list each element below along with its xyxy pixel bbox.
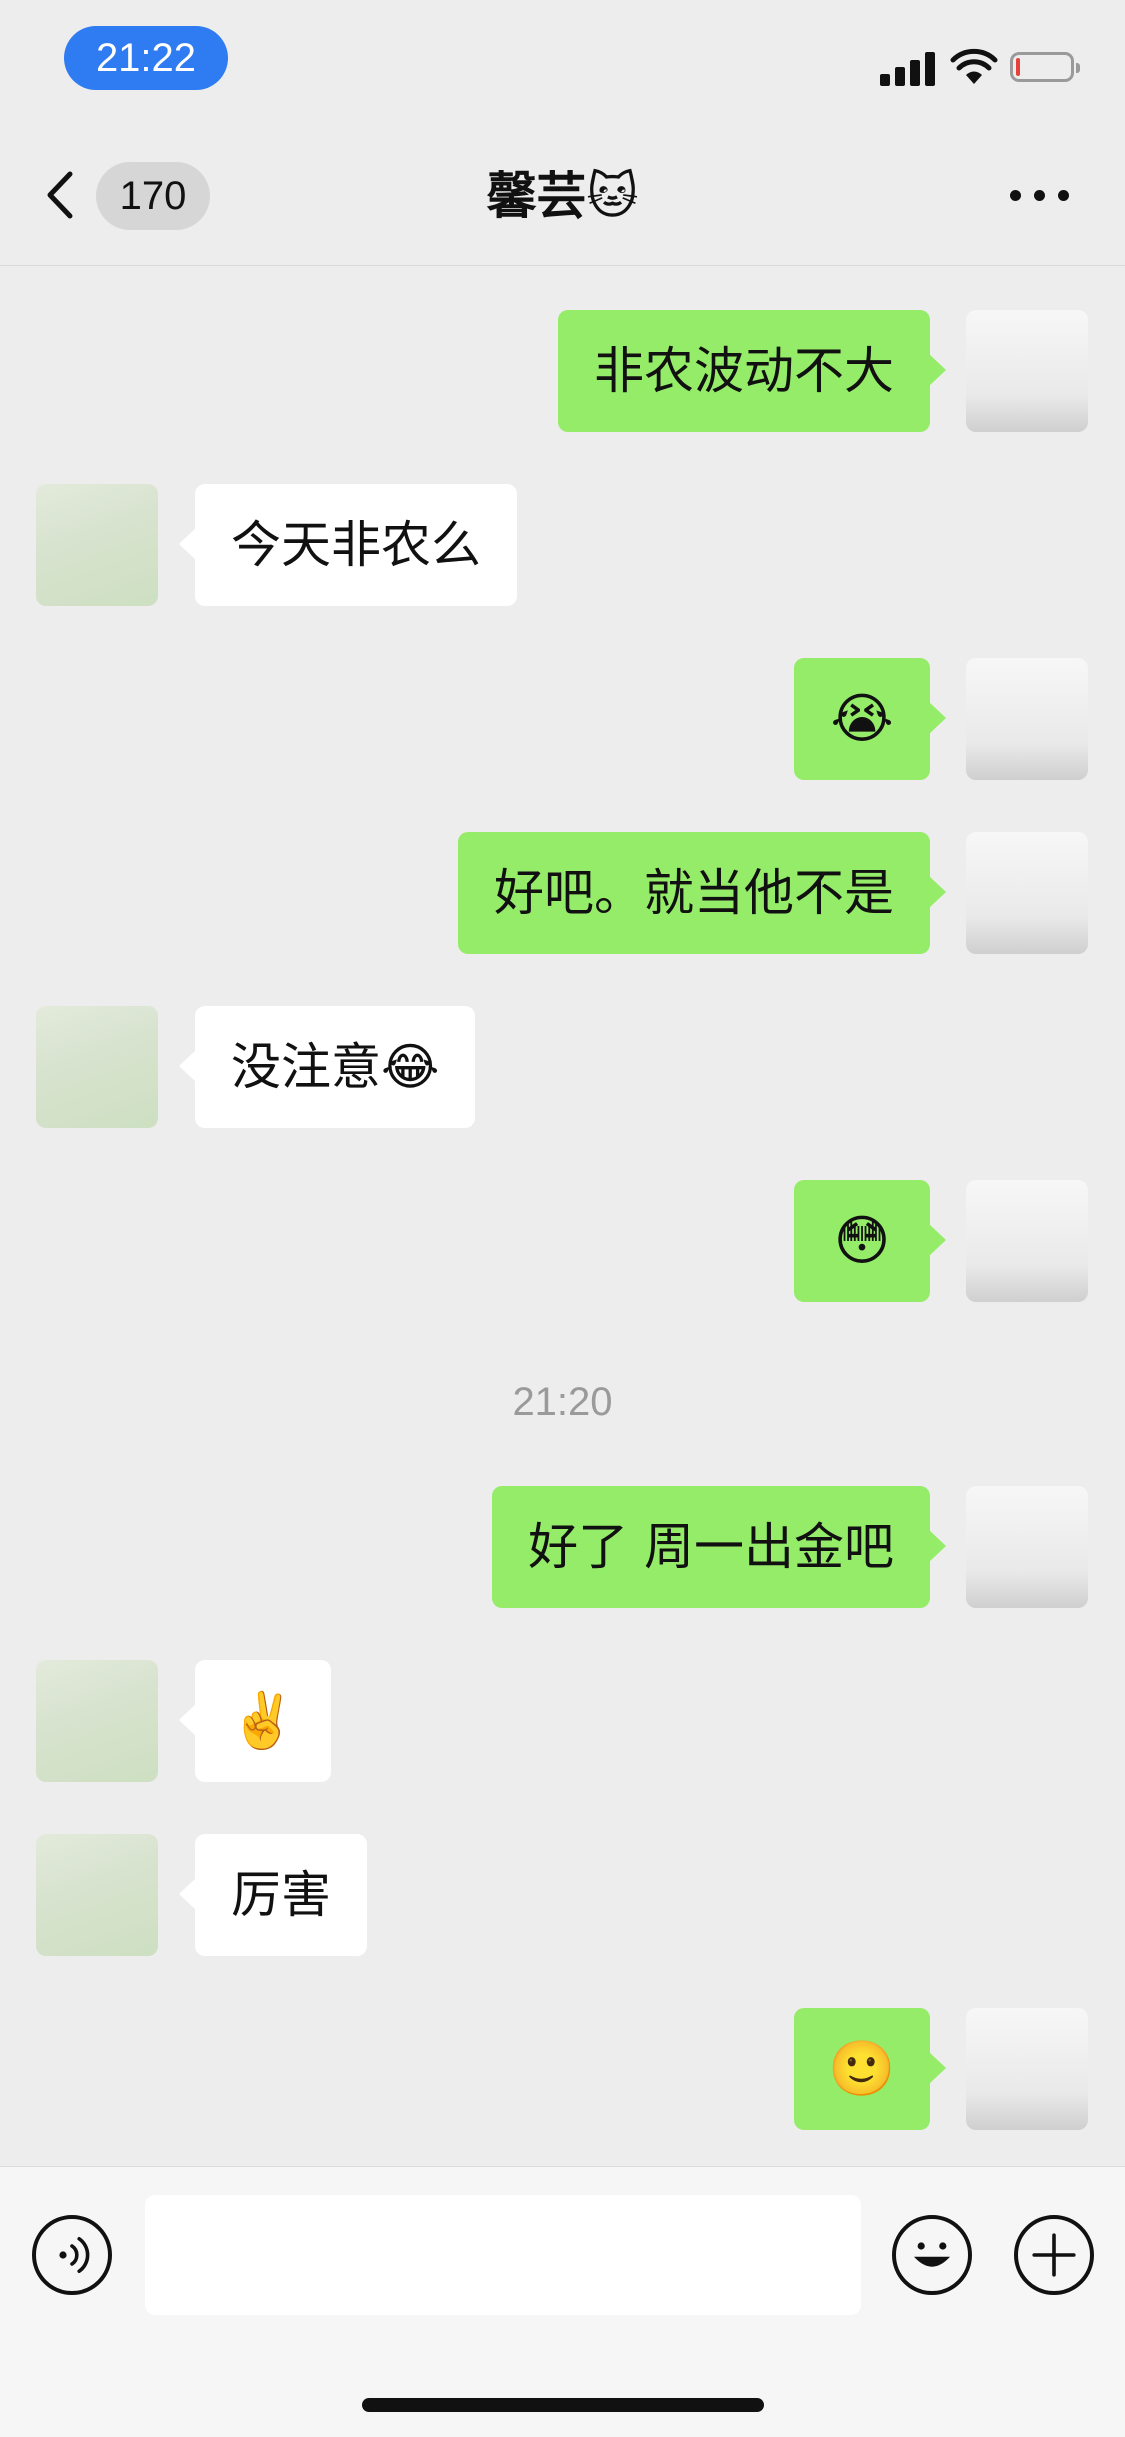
status-bar: 21:22 — [0, 0, 1125, 120]
message-bubble[interactable]: 非农波动不大 — [558, 310, 946, 432]
avatar-peer[interactable] — [36, 1834, 158, 1956]
message-bubble-emoji[interactable]: 😳 — [794, 1180, 946, 1302]
message-bubble[interactable]: 好了 周一出金吧 — [492, 1486, 946, 1608]
message-bubble[interactable]: 厉害 — [179, 1834, 367, 1956]
avatar-self[interactable] — [966, 1486, 1088, 1608]
message-row-self: 好吧。就当他不是 — [0, 832, 1125, 956]
avatar-self[interactable] — [966, 658, 1088, 780]
message-row-self: 好了 周一出金吧 — [0, 1486, 1125, 1610]
avatar-self[interactable] — [966, 832, 1088, 954]
battery-level-fill — [1016, 58, 1020, 76]
message-row-peer: 厉害 — [0, 1834, 1125, 1958]
avatar-self[interactable] — [966, 310, 1088, 432]
message-bubble-emoji[interactable]: 🙂 — [794, 2008, 946, 2130]
message-row-self: 😳 — [0, 1180, 1125, 1304]
avatar-peer[interactable] — [36, 484, 158, 606]
message-row-self: 🙂 — [0, 2008, 1125, 2132]
message-row-self: 非农波动不大 — [0, 310, 1125, 434]
message-row-peer: 今天非农么 — [0, 484, 1125, 608]
message-bubble-emoji[interactable]: 😭 — [794, 658, 946, 780]
voice-icon[interactable] — [32, 2215, 112, 2295]
avatar-self[interactable] — [966, 1180, 1088, 1302]
message-row-self: 😭 — [0, 658, 1125, 782]
more-dots-icon[interactable] — [1010, 190, 1070, 204]
chat-title: 馨芸🐱 — [486, 167, 639, 225]
message-bubble[interactable]: 没注意😂 — [178, 1006, 476, 1128]
input-bar — [0, 2166, 1125, 2437]
emoji-icon[interactable] — [892, 2215, 972, 2295]
message-bubble[interactable]: 好吧。就当他不是 — [458, 832, 946, 954]
avatar-peer[interactable] — [36, 1006, 158, 1128]
status-time[interactable]: 21:22 — [64, 26, 228, 90]
chat-header: 170 馨芸🐱 — [0, 120, 1125, 266]
plus-icon[interactable] — [1014, 2215, 1094, 2295]
wifi-icon — [950, 48, 998, 84]
home-indicator[interactable] — [362, 2398, 764, 2412]
message-bubble[interactable]: 今天非农么 — [179, 484, 517, 606]
message-bubble-emoji[interactable]: ✌️ — [179, 1660, 331, 1782]
cellular-signal-icon — [880, 50, 940, 86]
message-input[interactable] — [145, 2195, 861, 2315]
avatar-self[interactable] — [966, 2008, 1088, 2130]
message-row-peer: 没注意😂 — [0, 1006, 1125, 1130]
timestamp-separator: 21:20 — [512, 1380, 613, 1424]
battery-icon — [1010, 52, 1080, 82]
avatar-peer[interactable] — [36, 1660, 158, 1782]
message-row-peer: ✌️ — [0, 1660, 1125, 1784]
